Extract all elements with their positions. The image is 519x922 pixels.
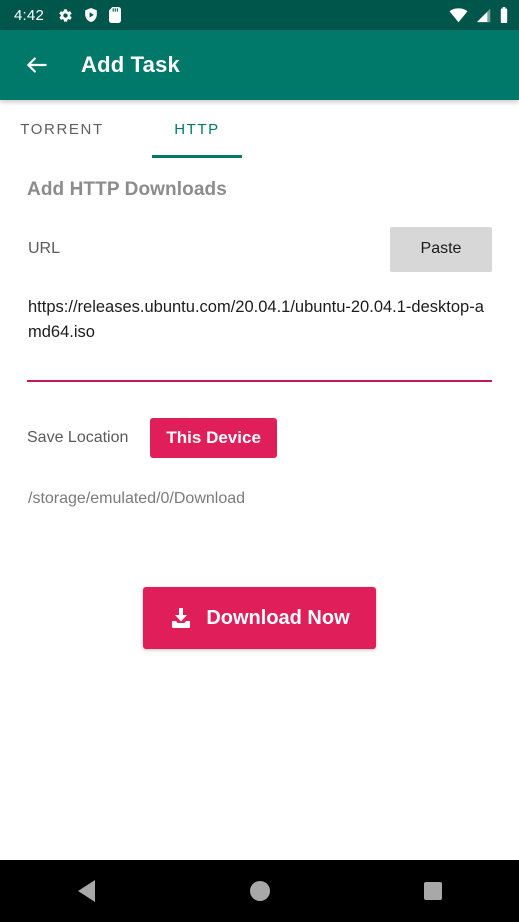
tab-http[interactable]: HTTP <box>152 100 242 158</box>
app-screen: 4:42 Add Task TORRENT HTTP Add HTTP Down… <box>0 0 519 922</box>
save-location-row: Save Location This Device <box>27 418 492 458</box>
tab-bar: TORRENT HTTP <box>0 100 519 158</box>
download-now-label: Download Now <box>206 606 350 629</box>
form-content: Add HTTP Downloads URL Paste https://rel… <box>0 179 519 649</box>
paste-button[interactable]: Paste <box>390 226 492 272</box>
tab-torrent[interactable]: TORRENT <box>2 100 122 158</box>
back-triangle-icon <box>78 880 95 902</box>
download-now-button[interactable]: Download Now <box>143 587 376 649</box>
status-right-icons <box>449 7 509 23</box>
nav-back-button[interactable] <box>0 880 173 902</box>
url-input[interactable]: https://releases.ubuntu.com/20.04.1/ubun… <box>27 295 492 345</box>
tab-selected-indicator <box>152 155 242 158</box>
cell-signal-icon <box>476 8 491 22</box>
recents-square-icon <box>423 882 442 900</box>
url-input-underline <box>27 380 492 382</box>
download-button-wrap: Download Now <box>27 587 492 649</box>
sd-card-icon <box>109 7 121 23</box>
download-tray-icon <box>172 608 191 628</box>
gear-icon <box>59 8 72 22</box>
nav-home-button[interactable] <box>173 881 346 901</box>
page-title: Add Task <box>81 52 180 77</box>
status-time: 4:42 <box>14 6 44 24</box>
app-bar: Add Task <box>0 30 519 100</box>
status-bar: 4:42 <box>0 0 519 30</box>
android-nav-bar <box>0 860 519 922</box>
home-circle-icon <box>249 881 270 901</box>
this-device-button[interactable]: This Device <box>150 418 277 458</box>
back-button[interactable] <box>20 48 54 82</box>
tab-http-label: HTTP <box>174 120 220 138</box>
shield-play-icon <box>85 8 97 22</box>
section-title: Add HTTP Downloads <box>27 179 227 200</box>
wifi-icon <box>449 7 468 22</box>
arrow-left-icon <box>27 57 47 73</box>
status-left-icons <box>58 7 121 23</box>
url-label: URL <box>28 240 61 257</box>
nav-recents-button[interactable] <box>346 882 519 900</box>
url-row: URL Paste <box>27 226 492 272</box>
battery-icon <box>500 7 508 23</box>
save-location-label: Save Location <box>27 429 129 446</box>
save-path-value: /storage/emulated/0/Download <box>28 490 246 507</box>
